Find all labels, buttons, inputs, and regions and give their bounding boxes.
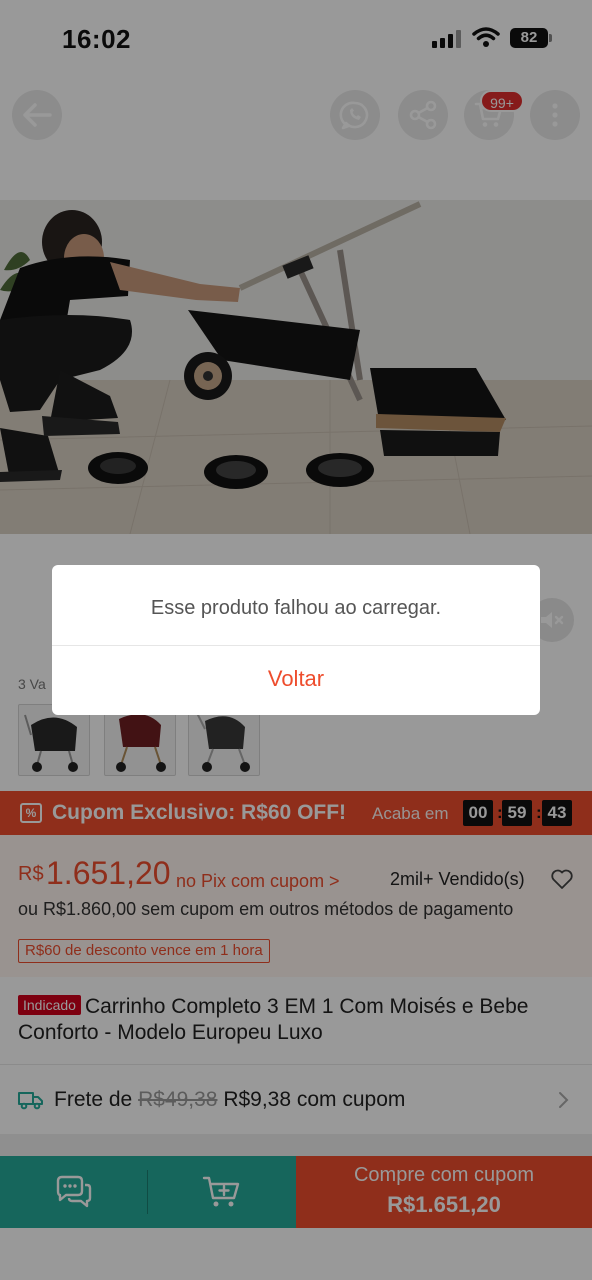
error-dialog: Esse produto falhou ao carregar. Voltar [52, 565, 540, 715]
back-dialog-button[interactable]: Voltar [52, 646, 540, 715]
dialog-message: Esse produto falhou ao carregar. [150, 597, 442, 619]
